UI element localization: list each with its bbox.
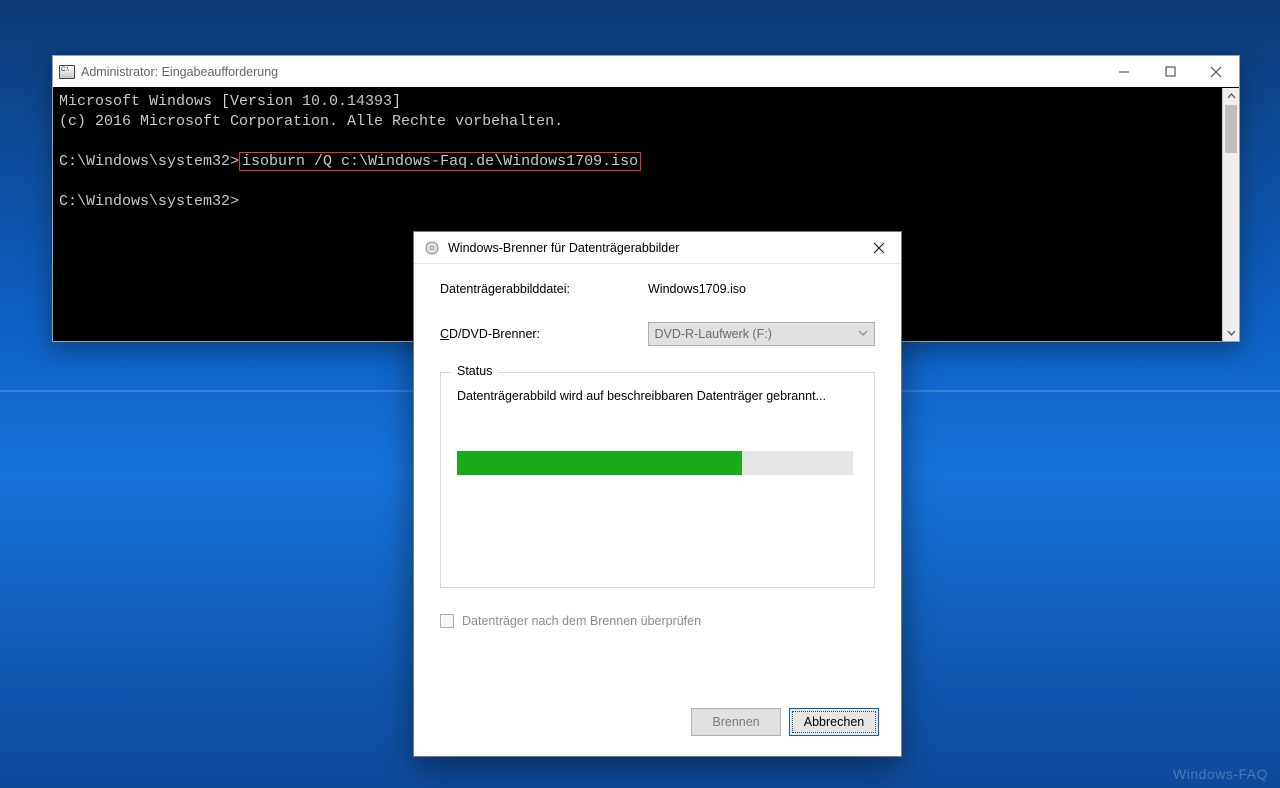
dialog-title: Windows-Brenner für Datenträgerabbilder <box>448 241 848 255</box>
verify-label: Datenträger nach dem Brennen überprüfen <box>462 614 701 628</box>
status-legend: Status <box>451 364 498 378</box>
desktop: Administrator: Eingabeaufforderung Micro… <box>0 0 1280 788</box>
cmd-prompt-1-command: isoburn /Q c:\Windows-Faq.de\Windows1709… <box>239 152 641 171</box>
maximize-button[interactable] <box>1147 56 1193 87</box>
cmd-icon <box>59 65 75 79</box>
image-file-value: Windows1709.iso <box>648 282 746 296</box>
scrollbar[interactable] <box>1222 88 1239 341</box>
dialog-close-button[interactable] <box>856 232 901 263</box>
cmd-window-title: Administrator: Eingabeaufforderung <box>81 65 1101 79</box>
scroll-down-arrow-icon[interactable] <box>1223 324 1239 341</box>
minimize-button[interactable] <box>1101 56 1147 87</box>
burn-progress-fill <box>457 451 742 475</box>
image-file-label: Datenträgerabbilddatei: <box>440 282 648 296</box>
drive-combobox-value: DVD-R-Laufwerk (F:) <box>655 327 772 341</box>
close-icon <box>1210 66 1222 78</box>
disc-icon <box>424 240 440 256</box>
burn-progress-bar <box>457 451 853 475</box>
close-button[interactable] <box>1193 56 1239 87</box>
drive-combobox[interactable]: DVD-R-Laufwerk (F:) <box>648 322 876 346</box>
drive-label: CD/DVD-Brenner: <box>440 327 648 341</box>
scroll-thumb[interactable] <box>1225 105 1237 153</box>
cmd-prompt-1-prefix: C:\Windows\system32> <box>59 153 239 170</box>
cancel-button[interactable]: Abbrechen <box>789 708 879 736</box>
disc-burner-dialog: Windows-Brenner für Datenträgerabbilder … <box>413 231 902 757</box>
close-icon <box>873 242 885 254</box>
command-prompt-titlebar[interactable]: Administrator: Eingabeaufforderung <box>53 56 1239 88</box>
dialog-titlebar[interactable]: Windows-Brenner für Datenträgerabbilder <box>414 232 901 264</box>
verify-checkbox[interactable] <box>440 614 454 628</box>
cmd-prompt-2-prefix: C:\Windows\system32> <box>59 193 239 210</box>
chevron-down-icon <box>858 327 868 341</box>
cmd-line-version: Microsoft Windows [Version 10.0.14393] <box>59 93 401 110</box>
scroll-up-arrow-icon[interactable] <box>1223 88 1239 105</box>
status-fieldset: Status Datenträgerabbild wird auf beschr… <box>440 372 875 588</box>
burn-button[interactable]: Brennen <box>691 708 781 736</box>
minimize-icon <box>1118 66 1130 78</box>
cmd-line-copyright: (c) 2016 Microsoft Corporation. Alle Rec… <box>59 113 563 130</box>
maximize-icon <box>1165 66 1176 77</box>
status-text: Datenträgerabbild wird auf beschreibbare… <box>457 387 858 405</box>
watermark: Windows-FAQ <box>1173 766 1268 782</box>
